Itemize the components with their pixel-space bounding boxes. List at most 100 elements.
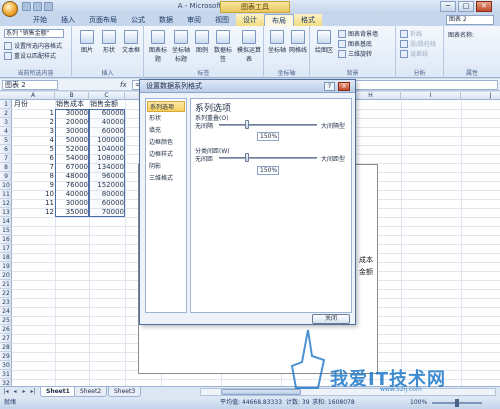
- data-cell[interactable]: 12: [13, 208, 55, 217]
- data-cell[interactable]: 8: [13, 172, 55, 181]
- data-cell[interactable]: 6: [13, 154, 55, 163]
- header-cell[interactable]: 月份: [13, 100, 55, 109]
- zoom-level[interactable]: 100%: [410, 397, 427, 409]
- tab-1[interactable]: 插入: [54, 14, 82, 26]
- save-icon[interactable]: [22, 2, 31, 11]
- last-sheet-icon[interactable]: ▸|: [29, 388, 37, 396]
- row-header[interactable]: 15: [0, 226, 12, 235]
- insert-picture-button[interactable]: 图片: [78, 30, 96, 54]
- chart-title-button[interactable]: 图表标题: [148, 30, 168, 63]
- column-header[interactable]: I: [401, 92, 461, 100]
- minimize-button[interactable]: ─: [440, 1, 456, 12]
- dialog-nav-item[interactable]: 边框颜色: [147, 137, 185, 148]
- updown-bars-button[interactable]: 涨/跌柱线: [400, 39, 436, 48]
- data-cell[interactable]: 7: [13, 163, 55, 172]
- gap-value-input[interactable]: 150%: [257, 166, 279, 175]
- row-header[interactable]: 27: [0, 334, 12, 343]
- data-cell[interactable]: 9: [13, 181, 55, 190]
- maximize-button[interactable]: □: [458, 1, 474, 12]
- data-cell[interactable]: 1: [13, 109, 55, 118]
- header-cell[interactable]: 销售金额: [89, 100, 125, 109]
- row-header[interactable]: 30: [0, 361, 12, 370]
- reset-style-button[interactable]: 重设以匹配样式: [4, 51, 56, 60]
- row-header[interactable]: 29: [0, 352, 12, 361]
- data-cell[interactable]: 5: [13, 145, 55, 154]
- row-header[interactable]: 24: [0, 307, 12, 316]
- prev-sheet-icon[interactable]: ◂: [11, 388, 19, 396]
- dialog-nav-item[interactable]: 阴影: [147, 161, 185, 172]
- axes-button[interactable]: 坐标轴: [267, 30, 287, 54]
- data-cell[interactable]: 10: [13, 190, 55, 199]
- gap-slider[interactable]: [219, 157, 317, 159]
- gap-slider-handle[interactable]: [245, 153, 249, 162]
- row-header[interactable]: 11: [0, 190, 12, 199]
- tab-0[interactable]: 开始: [26, 14, 54, 26]
- row-header[interactable]: 21: [0, 280, 12, 289]
- first-sheet-icon[interactable]: |◂: [2, 388, 10, 396]
- legend-entry[interactable]: 金额: [359, 267, 373, 277]
- insert-textbox-button[interactable]: 文本框: [120, 30, 142, 54]
- tab-6[interactable]: 视图: [208, 14, 236, 26]
- zoom-slider-handle[interactable]: [455, 399, 459, 407]
- data-cell[interactable]: 2: [13, 118, 55, 127]
- tab-4[interactable]: 数据: [152, 14, 180, 26]
- fx-icon[interactable]: fx: [120, 80, 130, 90]
- chart-name-input[interactable]: 图表 2: [446, 15, 494, 25]
- name-box[interactable]: 图表 2: [2, 80, 58, 90]
- tab-8[interactable]: 布局: [264, 14, 294, 26]
- row-header[interactable]: 25: [0, 316, 12, 325]
- dialog-close-action-button[interactable]: 关闭: [312, 314, 350, 324]
- close-button[interactable]: ✕: [476, 1, 492, 12]
- row-header[interactable]: 28: [0, 343, 12, 352]
- data-table-button[interactable]: 模拟运算表: [236, 30, 262, 63]
- data-cell[interactable]: 11: [13, 199, 55, 208]
- row-header[interactable]: 32: [0, 379, 12, 386]
- chart-element-dropdown[interactable]: 系列 "销售金额": [4, 29, 64, 38]
- dialog-nav-item[interactable]: 系列选项: [147, 101, 185, 112]
- row-header[interactable]: 10: [0, 181, 12, 190]
- row-header[interactable]: 19: [0, 262, 12, 271]
- row-header[interactable]: 13: [0, 208, 12, 217]
- tab-7[interactable]: 设计: [236, 14, 264, 26]
- row-header[interactable]: 1: [0, 100, 12, 109]
- row-header[interactable]: 12: [0, 199, 12, 208]
- gridlines-button[interactable]: 网格线: [288, 30, 308, 54]
- legend-entry[interactable]: 成本: [359, 255, 373, 265]
- sheet-tab[interactable]: Sheet2: [74, 387, 108, 397]
- row-header[interactable]: 7: [0, 154, 12, 163]
- redo-icon[interactable]: [44, 2, 53, 11]
- row-header[interactable]: 22: [0, 289, 12, 298]
- dialog-nav-item[interactable]: 三维格式: [147, 173, 185, 184]
- data-cell[interactable]: 3: [13, 127, 55, 136]
- error-bars-button[interactable]: 误差线: [400, 49, 428, 58]
- header-cell[interactable]: 销售成本: [55, 100, 89, 109]
- undo-icon[interactable]: [33, 2, 42, 11]
- row-header[interactable]: 17: [0, 244, 12, 253]
- row-header[interactable]: 31: [0, 370, 12, 379]
- chart-floor-button[interactable]: 图表基底: [338, 39, 372, 48]
- overlap-value-input[interactable]: 150%: [257, 132, 279, 141]
- overlap-slider-handle[interactable]: [245, 120, 249, 129]
- tab-9[interactable]: 格式: [294, 14, 322, 26]
- next-sheet-icon[interactable]: ▸: [20, 388, 28, 396]
- row-header[interactable]: 8: [0, 163, 12, 172]
- column-header[interactable]: B: [55, 92, 89, 100]
- insert-shapes-button[interactable]: 形状: [100, 30, 118, 54]
- format-selection-button[interactable]: 设置所选内容格式: [4, 41, 62, 50]
- data-cell[interactable]: 4: [13, 136, 55, 145]
- column-header[interactable]: C: [89, 92, 125, 100]
- sheet-tab[interactable]: Sheet3: [108, 387, 142, 397]
- help-button[interactable]: ?: [324, 82, 335, 91]
- row-header[interactable]: 18: [0, 253, 12, 262]
- row-header[interactable]: 16: [0, 235, 12, 244]
- dialog-nav-item[interactable]: 形状: [147, 113, 185, 124]
- row-header[interactable]: 4: [0, 127, 12, 136]
- tab-5[interactable]: 审阅: [180, 14, 208, 26]
- legend-button[interactable]: 图例: [194, 30, 210, 54]
- 3d-rotation-button[interactable]: 三维旋转: [338, 49, 372, 58]
- sheet-tab[interactable]: Sheet1: [40, 387, 76, 397]
- row-header[interactable]: 26: [0, 325, 12, 334]
- column-header[interactable]: A: [12, 92, 55, 100]
- office-button[interactable]: [2, 1, 18, 17]
- trendline-button[interactable]: 折线: [400, 29, 422, 38]
